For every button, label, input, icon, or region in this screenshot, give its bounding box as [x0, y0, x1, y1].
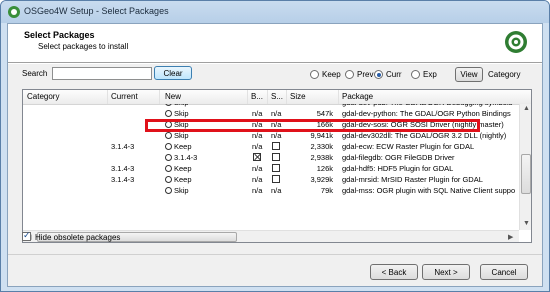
cancel-button[interactable]: Cancel: [480, 264, 528, 280]
column-bin[interactable]: B...: [251, 92, 263, 101]
column-new[interactable]: New: [165, 92, 181, 101]
list-header: Category Current New B... S... Size Pack…: [23, 90, 531, 105]
exp-radio[interactable]: [411, 70, 420, 79]
prev-label: Prev: [357, 70, 374, 79]
package-list[interactable]: Category Current New B... S... Size Pack…: [22, 89, 532, 243]
wizard-page: Select Packages Select packages to insta…: [7, 23, 543, 287]
osgeo-icon: [8, 6, 20, 18]
hide-obsolete-checkbox[interactable]: [22, 230, 31, 241]
keep-radio[interactable]: [310, 70, 319, 79]
cycle-icon: [165, 154, 172, 161]
table-row[interactable]: 3.1.4-3 2,938k gdal-filegdb: OGR FileGDB…: [23, 153, 518, 164]
exp-label: Exp: [423, 70, 437, 79]
source-checkbox[interactable]: [272, 175, 280, 183]
cycle-icon: [165, 143, 172, 150]
curr-label: Curr: [386, 70, 402, 79]
footer-separator: [8, 254, 542, 255]
prev-radio[interactable]: [345, 70, 354, 79]
search-label: Search: [22, 69, 48, 78]
current-view-label: Category: [488, 70, 521, 79]
column-package[interactable]: Package: [342, 92, 373, 101]
table-row[interactable]: 3.1.4-3 Keep n/a 3,929k gdal-mrsid: MrSI…: [23, 175, 518, 186]
table-row[interactable]: 3.1.4-3 Keep n/a 126k gdal-hdf5: HDF5 Pl…: [23, 164, 518, 175]
source-checkbox[interactable]: [272, 142, 280, 150]
setup-window: OSGeo4W Setup - Select Packages Select P…: [0, 0, 550, 292]
osgeo4w-logo: [505, 31, 527, 53]
table-row[interactable]: Skip n/a n/a 79k gdal-mss: OGR plugin wi…: [23, 186, 518, 197]
view-button[interactable]: View: [455, 67, 483, 82]
header-separator: [8, 63, 542, 64]
scroll-right-icon[interactable]: ▶: [508, 233, 513, 241]
cycle-icon: [165, 110, 172, 117]
curr-radio[interactable]: [374, 70, 383, 79]
vertical-scroll-thumb[interactable]: [521, 154, 531, 194]
highlight-annotation: [145, 119, 480, 132]
keep-label: Keep: [322, 70, 341, 79]
cycle-icon: [165, 132, 172, 139]
binary-checkbox[interactable]: [253, 153, 261, 161]
table-row[interactable]: Skip n/a n/a 9,941k gdal-dev302dll: The …: [23, 131, 518, 142]
next-button[interactable]: Next >: [422, 264, 470, 280]
search-input[interactable]: [52, 67, 152, 80]
column-size[interactable]: Size: [290, 92, 306, 101]
window-title: OSGeo4W Setup - Select Packages: [24, 6, 169, 16]
page-title: Select Packages: [24, 30, 95, 40]
cycle-icon: [165, 187, 172, 194]
scroll-up-icon[interactable]: ▲: [523, 105, 530, 112]
column-src[interactable]: S...: [271, 92, 283, 101]
column-category[interactable]: Category: [27, 92, 59, 101]
title-bar: OSGeo4W Setup - Select Packages: [1, 1, 549, 23]
table-row[interactable]: 3.1.4-3 Keep n/a 2,330k gdal-ecw: ECW Ra…: [23, 142, 518, 153]
page-header: Select Packages Select packages to insta…: [8, 24, 542, 63]
clear-button[interactable]: Clear: [154, 66, 192, 80]
column-current[interactable]: Current: [111, 92, 138, 101]
page-subtitle: Select packages to install: [38, 42, 129, 51]
source-checkbox[interactable]: [272, 164, 280, 172]
hide-obsolete-label: Hide obsolete packages: [35, 233, 121, 242]
vertical-scrollbar[interactable]: ▲ ▼: [519, 104, 531, 230]
back-button[interactable]: < Back: [370, 264, 418, 280]
source-checkbox[interactable]: [272, 153, 280, 161]
scroll-down-icon[interactable]: ▼: [523, 220, 530, 227]
cycle-icon: [165, 165, 172, 172]
cycle-icon: [165, 176, 172, 183]
